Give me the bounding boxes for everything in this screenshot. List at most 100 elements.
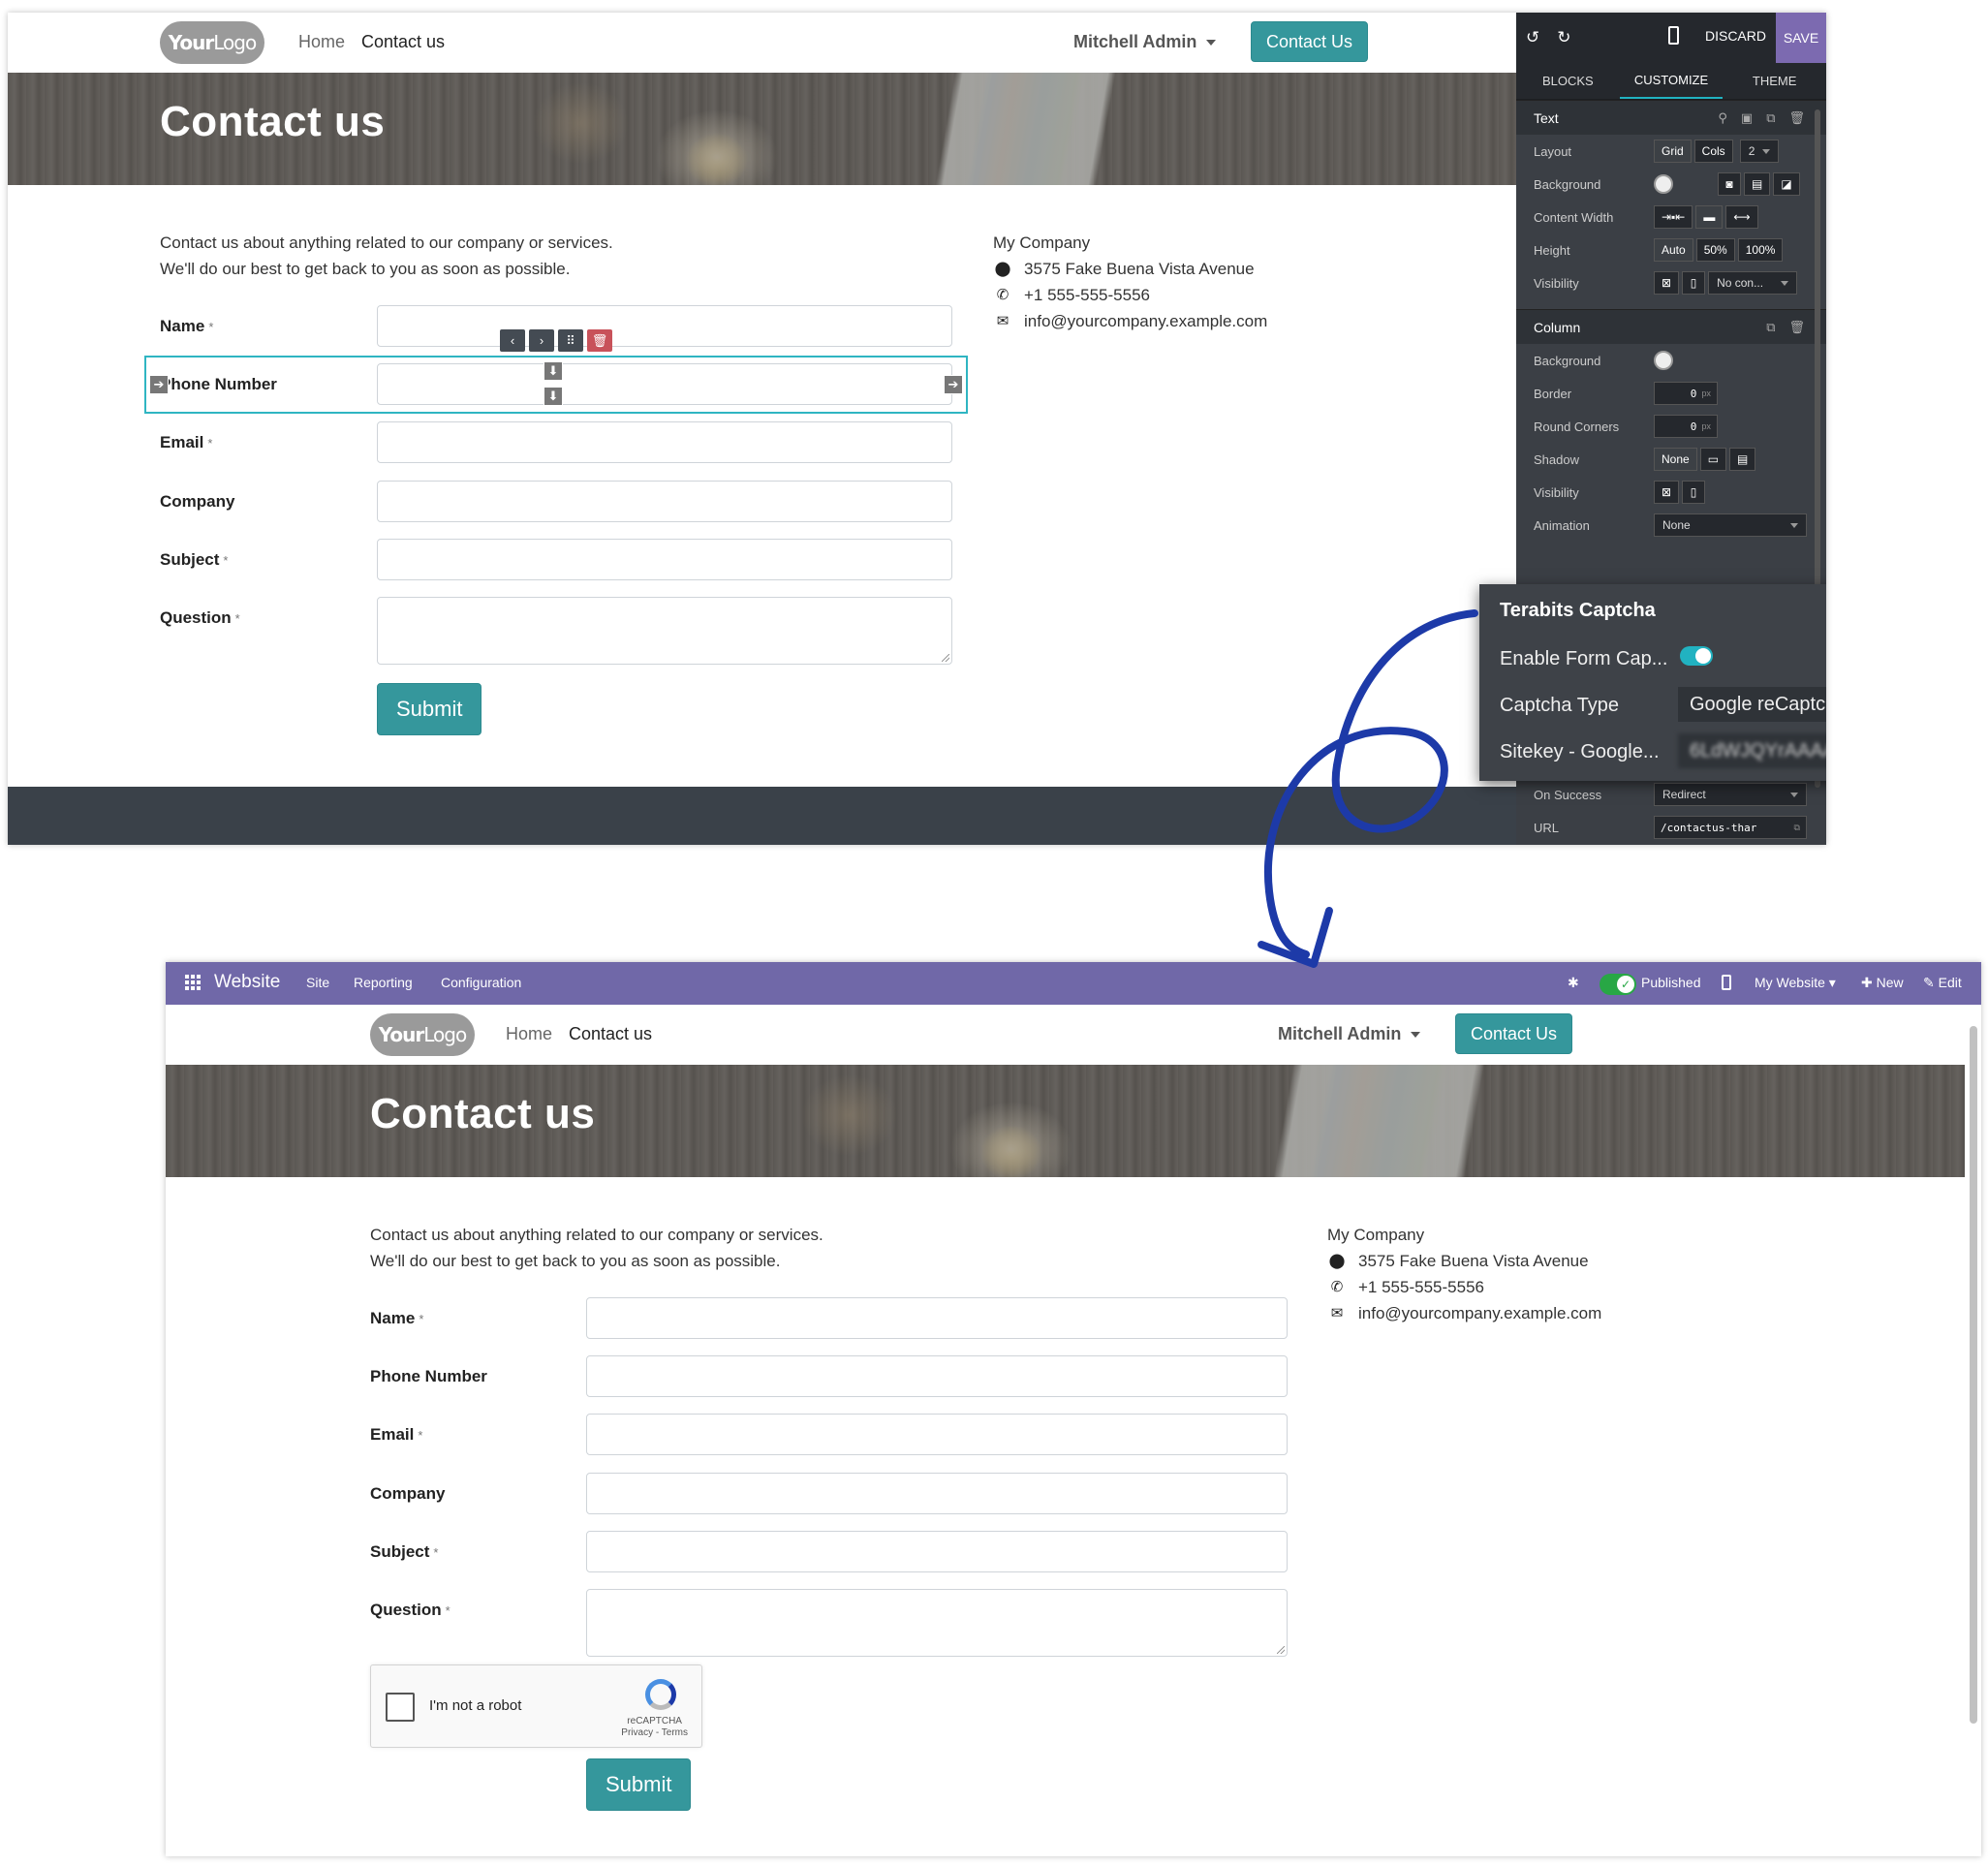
contact-us-button[interactable]: Contact Us	[1455, 1013, 1573, 1054]
submit-button[interactable]: Submit	[586, 1758, 692, 1811]
page-scrollbar[interactable]	[1970, 1026, 1977, 1724]
shadow-inset-icon[interactable]: ▤	[1729, 448, 1756, 471]
trash-icon[interactable]: 🗑	[1788, 320, 1805, 335]
save-button[interactable]: SAVE	[1776, 13, 1826, 63]
debug-bug-icon[interactable]: ✱	[1568, 975, 1579, 991]
user-menu[interactable]: Mitchell Admin	[1073, 32, 1217, 52]
tab-theme[interactable]: THEME	[1723, 63, 1826, 99]
option-label: Height	[1534, 242, 1570, 258]
regular-width-icon[interactable]: ▬	[1695, 205, 1724, 229]
grip-icon[interactable]: ⠿	[558, 329, 583, 352]
recaptcha-checkbox[interactable]	[386, 1693, 415, 1722]
link-icon[interactable]: ⚲	[1718, 110, 1727, 126]
subject-input[interactable]	[586, 1531, 1288, 1572]
video-icon[interactable]: ▤	[1744, 172, 1771, 196]
email-input[interactable]	[586, 1414, 1288, 1455]
on-success-select[interactable]: Redirect	[1654, 783, 1807, 806]
border-input[interactable]: 0 px	[1654, 382, 1718, 405]
sitekey-input[interactable]: 6LdWJQYrAAAAALAnOt	[1678, 733, 1826, 768]
url-input[interactable]: /contactus-thar ⧉	[1654, 816, 1807, 839]
layout-cols-button[interactable]: Cols	[1693, 140, 1733, 163]
height-50-button[interactable]: 50%	[1695, 238, 1735, 262]
narrow-width-icon[interactable]: ⇥▪⇤	[1654, 205, 1693, 229]
menu-configuration[interactable]: Configuration	[441, 975, 521, 990]
app-name[interactable]: Website	[214, 972, 280, 993]
trash-icon[interactable]: 🗑	[587, 329, 612, 352]
external-link-icon[interactable]: ⧉	[1793, 823, 1800, 833]
chevron-right-icon[interactable]: ›	[529, 329, 554, 352]
edit-button[interactable]: ✎ Edit	[1923, 975, 1962, 991]
url-option: URL /contactus-thar ⧉	[1516, 811, 1826, 844]
move-down-icon[interactable]: ⬇	[544, 387, 563, 406]
duplicate-icon[interactable]: ⧉	[1766, 320, 1775, 335]
tab-blocks[interactable]: BLOCKS	[1516, 63, 1620, 99]
company-input[interactable]	[586, 1473, 1288, 1514]
full-width-icon[interactable]: ⟷	[1725, 205, 1758, 229]
move-right-handle[interactable]: ➔	[944, 375, 963, 394]
apps-grid-icon[interactable]	[185, 975, 201, 990]
shape-icon[interactable]: ◪	[1773, 172, 1800, 196]
save-snippet-icon[interactable]: ▣	[1741, 110, 1753, 126]
user-menu[interactable]: Mitchell Admin	[1278, 1024, 1421, 1044]
animation-select[interactable]: None	[1654, 513, 1807, 537]
duplicate-icon[interactable]: ⧉	[1766, 110, 1775, 126]
mobile-hidden-icon[interactable]: ▯	[1682, 271, 1706, 295]
company-email[interactable]: info@yourcompany.example.com	[1024, 308, 1267, 334]
option-label: Visibility	[1534, 484, 1579, 500]
site-logo[interactable]: Your Logo	[160, 21, 264, 64]
round-corners-input[interactable]: 0 px	[1654, 415, 1718, 438]
column-background-option: Background	[1516, 344, 1826, 377]
camera-icon[interactable]: ◙	[1718, 172, 1741, 196]
company-input[interactable]	[377, 481, 952, 522]
height-auto-button[interactable]: Auto	[1654, 238, 1693, 262]
submit-button[interactable]: Submit	[377, 683, 482, 735]
recaptcha-links[interactable]: Privacy - Terms	[621, 1727, 688, 1738]
editor-topbar: ↺ ↻ DISCARD SAVE	[1516, 13, 1826, 63]
question-textarea[interactable]	[586, 1589, 1288, 1657]
menu-site[interactable]: Site	[306, 975, 329, 990]
nav-contact-link[interactable]: Contact us	[361, 32, 445, 52]
nav-contact-link[interactable]: Contact us	[569, 1024, 652, 1044]
chevron-left-icon[interactable]: ‹	[500, 329, 525, 352]
nav-home-link[interactable]: Home	[298, 32, 345, 52]
tab-customize[interactable]: CUSTOMIZE	[1619, 63, 1724, 99]
field-label-question: Question *	[160, 608, 240, 627]
layout-grid-button[interactable]: Grid	[1654, 140, 1692, 163]
menu-reporting[interactable]: Reporting	[354, 975, 413, 990]
desktop-hidden-icon[interactable]: ⊠	[1654, 271, 1680, 295]
nav-home-link[interactable]: Home	[506, 1024, 552, 1044]
discard-button[interactable]: DISCARD	[1705, 28, 1766, 44]
shadow-outset-icon[interactable]: ▭	[1699, 448, 1727, 471]
trash-icon[interactable]: 🗑	[1788, 110, 1805, 126]
mobile-preview-icon[interactable]	[1668, 26, 1679, 45]
color-picker[interactable]	[1654, 351, 1673, 370]
field-label-email: Email *	[370, 1425, 423, 1444]
site-logo[interactable]: Your Logo	[370, 1013, 475, 1056]
desktop-hidden-icon[interactable]: ⊠	[1654, 481, 1680, 504]
undo-icon[interactable]: ↺	[1526, 28, 1539, 47]
published-toggle[interactable]	[1600, 974, 1636, 995]
subject-input[interactable]	[377, 539, 952, 580]
color-picker[interactable]	[1654, 174, 1673, 194]
contact-us-button[interactable]: Contact Us	[1251, 21, 1369, 62]
enable-captcha-toggle[interactable]	[1680, 646, 1713, 666]
name-input[interactable]	[377, 305, 952, 347]
map-marker-icon: ⬤	[994, 261, 1011, 277]
new-button[interactable]: ✚ New	[1861, 975, 1904, 991]
visibility-select[interactable]: No con...	[1708, 271, 1798, 295]
email-input[interactable]	[377, 421, 952, 463]
mobile-hidden-icon[interactable]: ▯	[1682, 481, 1706, 504]
cols-select[interactable]: 2	[1739, 140, 1780, 163]
move-down-icon[interactable]: ⬇	[544, 361, 563, 381]
mobile-preview-icon[interactable]	[1722, 975, 1731, 990]
question-textarea[interactable]	[377, 597, 952, 665]
name-input[interactable]	[586, 1297, 1288, 1339]
phone-input[interactable]	[586, 1355, 1288, 1397]
company-email[interactable]: info@yourcompany.example.com	[1358, 1300, 1601, 1326]
captcha-type-select[interactable]: Google reCaptcha	[1678, 687, 1826, 722]
redo-icon[interactable]: ↻	[1557, 28, 1570, 47]
move-left-handle[interactable]: ➔	[149, 375, 169, 394]
height-100-button[interactable]: 100%	[1737, 238, 1784, 262]
website-switcher[interactable]: My Website ▾	[1755, 975, 1836, 991]
shadow-none-button[interactable]: None	[1654, 448, 1697, 471]
